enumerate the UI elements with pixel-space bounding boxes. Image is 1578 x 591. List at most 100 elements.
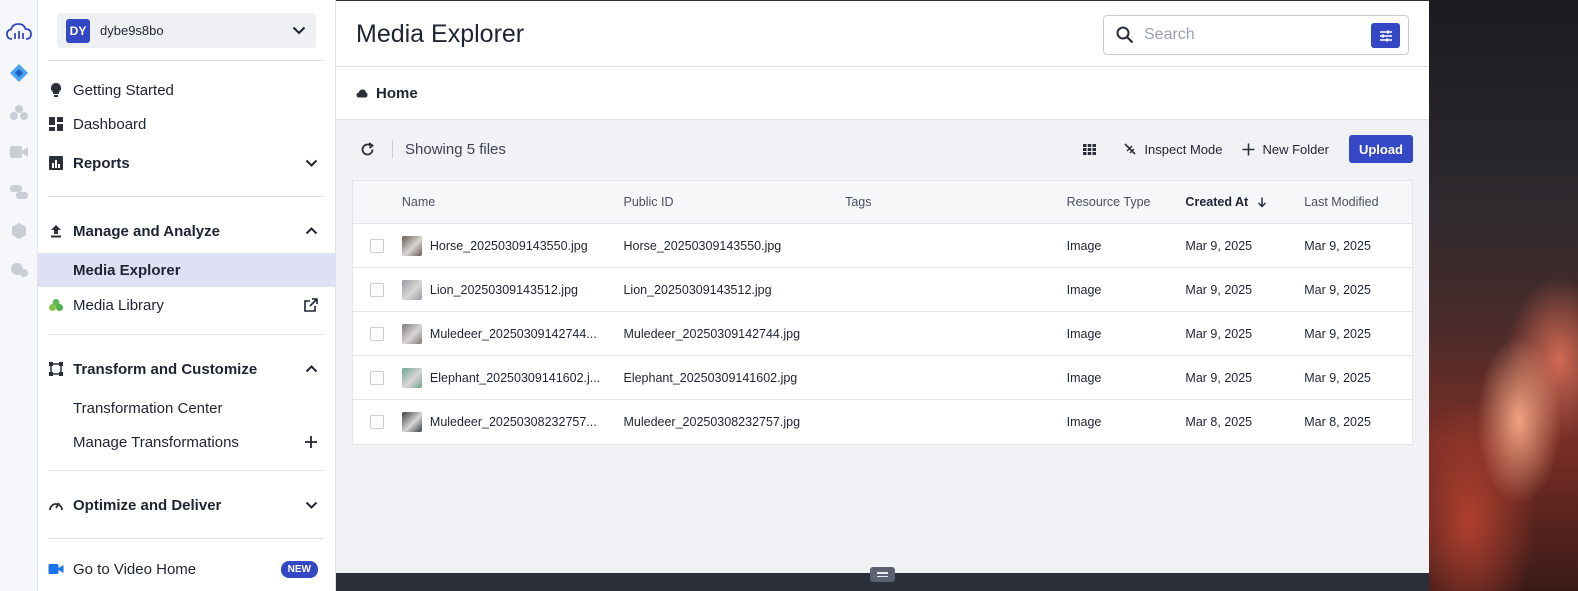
inspect-mode-button[interactable]: Inspect Mode — [1113, 135, 1232, 163]
cloudinary-logo-icon[interactable] — [6, 21, 32, 43]
main-content: Media Explorer Home Showing 5 files Insp… — [336, 0, 1429, 591]
created-at-cell: Mar 9, 2025 — [1185, 326, 1253, 341]
column-header-created-at[interactable]: Created At — [1185, 195, 1304, 209]
sidebar-item-media-explorer[interactable]: Media Explorer — [38, 253, 336, 287]
name-cell[interactable]: Lion_20250309143512.jpg — [401, 279, 624, 300]
column-header-last-modified[interactable]: Last Modified — [1304, 195, 1412, 209]
external-link-icon[interactable] — [304, 298, 318, 312]
arrow-down-icon — [1258, 197, 1267, 207]
sidebar-item-label: Go to Video Home — [73, 560, 197, 578]
row-checkbox[interactable] — [370, 370, 385, 385]
refresh-button[interactable] — [352, 134, 382, 164]
column-header-label: Created At — [1185, 195, 1249, 209]
new-folder-button[interactable]: New Folder — [1232, 135, 1338, 163]
table-row[interactable]: Horse_20250309143550.jpg Horse_2025030914… — [353, 224, 1412, 268]
table-row[interactable]: Elephant_20250309141602.j... Elephant_202… — [353, 356, 1412, 400]
sidebar-item-transformation-center[interactable]: Transformation Center — [38, 391, 336, 425]
toolbar-separator — [392, 140, 393, 158]
asset-thumbnail — [401, 412, 422, 432]
upload-icon — [48, 223, 64, 239]
public-id-cell: Elephant_20250309141602.jpg — [623, 370, 798, 385]
sidebar: DY dybe9s8bo Getting Started Dashboard R… — [38, 0, 336, 591]
resource-type-cell: Image — [1066, 238, 1102, 253]
sidebar-section-manage-analyze[interactable]: Manage and Analyze — [38, 214, 336, 248]
created-at-cell: Mar 9, 2025 — [1185, 370, 1253, 385]
table-row[interactable]: Muledeer_20250309142744... Muledeer_20250… — [353, 312, 1412, 356]
sidebar-item-dashboard[interactable]: Dashboard — [38, 107, 336, 141]
sidebar-item-label: Manage Transformations — [73, 433, 239, 451]
asset-name: Horse_20250309143550.jpg — [429, 238, 588, 253]
cloud-icon — [356, 89, 368, 97]
row-select-cell — [353, 415, 402, 429]
grid-icon — [1083, 143, 1097, 155]
chevron-down-icon — [305, 159, 318, 167]
row-select-cell — [353, 370, 402, 385]
last-modified-cell: Mar 9, 2025 — [1304, 238, 1371, 253]
public-id-cell: Muledeer_20250309142744.jpg — [623, 326, 801, 341]
column-header-tags[interactable]: Tags — [845, 195, 1067, 209]
breadcrumb-home[interactable]: Home — [376, 85, 418, 102]
plus-icon[interactable] — [304, 435, 318, 449]
name-cell[interactable]: Muledeer_20250308232757... — [401, 412, 624, 432]
dashboard-icon — [48, 116, 64, 132]
upload-button[interactable]: Upload — [1348, 135, 1413, 163]
chat-bubbles-icon[interactable] — [6, 181, 32, 203]
sidebar-item-video-home[interactable]: Go to Video Home NEW — [38, 552, 336, 586]
name-cell[interactable]: Horse_20250309143550.jpg — [401, 235, 624, 256]
asset-name: Muledeer_20250308232757... — [429, 415, 597, 429]
video-icon[interactable] — [6, 141, 32, 163]
sidebar-item-label: Transform and Customize — [73, 360, 258, 378]
files-table: Name Public ID Tags Resource Type Create… — [352, 180, 1413, 445]
page-title: Media Explorer — [356, 20, 525, 48]
sidebar-item-getting-started[interactable]: Getting Started — [38, 73, 336, 107]
row-checkbox[interactable] — [370, 238, 385, 253]
row-checkbox[interactable] — [370, 326, 385, 341]
resize-handle[interactable] — [870, 567, 895, 582]
asset-thumbnail — [401, 235, 422, 256]
sidebar-item-manage-transformations[interactable]: Manage Transformations — [38, 425, 336, 459]
last-modified-cell: Mar 8, 2025 — [1304, 415, 1371, 429]
chevron-down-icon — [292, 26, 306, 35]
assets-diamond-icon[interactable] — [6, 62, 32, 84]
column-header-name[interactable]: Name — [402, 195, 624, 209]
transform-icon — [48, 361, 64, 377]
files-toolbar: Showing 5 files Inspect Mode New Folder … — [352, 131, 1413, 167]
sidebar-section-reports[interactable]: Reports — [38, 146, 336, 180]
table-row[interactable]: Lion_20250309143512.jpg Lion_202503091435… — [353, 268, 1412, 312]
speedometer-icon — [48, 497, 64, 513]
row-select-cell — [353, 326, 402, 341]
name-cell[interactable]: Elephant_20250309141602.j... — [401, 367, 624, 388]
media-library-icon — [48, 297, 64, 313]
inspect-mode-label: Inspect Mode — [1144, 141, 1223, 157]
sidebar-section-transform-customize[interactable]: Transform and Customize — [38, 352, 336, 386]
sliders-icon — [1379, 30, 1392, 41]
sidebar-divider — [48, 470, 323, 471]
support-chat-icon[interactable] — [6, 259, 32, 281]
table-row[interactable]: Muledeer_20250308232757... Muledeer_20250… — [353, 400, 1412, 444]
desktop-wallpaper — [1429, 0, 1578, 591]
sidebar-item-label: Optimize and Deliver — [73, 496, 222, 514]
public-id-cell: Muledeer_20250308232757.jpg — [623, 415, 801, 429]
column-header-resource-type[interactable]: Resource Type — [1067, 195, 1186, 209]
row-select-cell — [353, 282, 402, 297]
page-header: Media Explorer — [336, 0, 1429, 67]
new-badge: NEW — [280, 560, 318, 578]
row-select-cell — [353, 238, 402, 253]
sidebar-item-label: Media Explorer — [73, 261, 181, 279]
row-checkbox[interactable] — [370, 415, 385, 429]
row-checkbox[interactable] — [370, 282, 385, 297]
sidebar-section-optimize-deliver[interactable]: Optimize and Deliver — [38, 488, 336, 522]
account-switcher[interactable]: DY dybe9s8bo — [57, 13, 316, 48]
asset-thumbnail — [401, 323, 422, 344]
grid-view-button[interactable] — [1073, 135, 1113, 163]
clusters-icon[interactable] — [6, 102, 32, 124]
column-header-public-id[interactable]: Public ID — [623, 195, 845, 209]
search-input[interactable] — [1144, 26, 1354, 44]
search-box[interactable] — [1103, 15, 1409, 55]
asset-thumbnail — [401, 367, 422, 388]
sidebar-item-media-library[interactable]: Media Library — [38, 288, 336, 322]
hexagon-icon[interactable] — [6, 220, 32, 242]
name-cell[interactable]: Muledeer_20250309142744... — [401, 323, 624, 344]
breadcrumb: Home — [336, 67, 1429, 120]
advanced-search-button[interactable] — [1371, 23, 1400, 48]
